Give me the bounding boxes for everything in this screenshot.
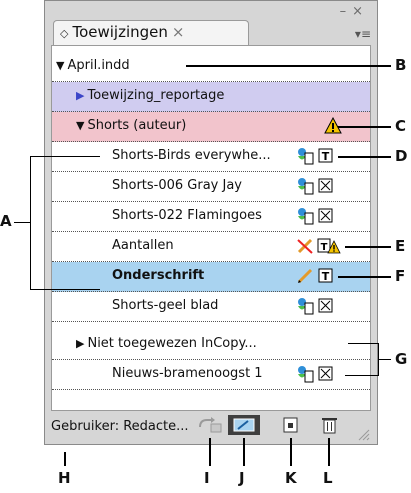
callout-label-l: L <box>323 469 333 487</box>
content-row-onderschrift[interactable]: Onderschrift T <box>52 262 370 292</box>
callout-line-d <box>338 156 391 158</box>
panel-menu-button[interactable]: ▾≡ <box>355 27 371 41</box>
content-row-flamingoes[interactable]: Shorts-022 Flamingoes <box>52 202 370 232</box>
assignment-list: ▼ April.indd ▶ Toewijzing_reportage ▼ Short… <box>51 45 371 411</box>
content-row-nieuws-bramenoogst[interactable]: Nieuws-bramenoogst 1 <box>52 360 370 390</box>
callout-label-i: I <box>204 469 210 487</box>
document-name: April.indd <box>67 58 130 73</box>
assignment-name: Toewijzing_reportage <box>87 88 225 103</box>
expand-triangle-icon[interactable]: ▼ <box>76 112 84 140</box>
content-name: Aantallen <box>112 238 174 253</box>
callout-bracket-a-side <box>30 156 31 290</box>
window-controls[interactable]: –× <box>340 4 369 19</box>
group-name: Niet toegewezen InCopy... <box>87 336 257 351</box>
content-name: Nieuws-bramenoogst 1 <box>112 366 263 381</box>
new-assignment-icon[interactable] <box>280 415 302 435</box>
crossed-pencil-icon <box>297 238 313 254</box>
collapsed-triangle-icon[interactable]: ▶ <box>76 330 84 358</box>
user-in-use-icon <box>298 148 314 165</box>
callout-label-h: H <box>58 469 71 487</box>
svg-text:T: T <box>321 242 328 253</box>
callout-label-e: E <box>395 237 406 255</box>
document-row-april-indd[interactable]: ▼ April.indd <box>52 52 370 82</box>
callout-label-f: F <box>395 267 406 285</box>
assignment-row-shorts-auteur[interactable]: ▼ Shorts (auteur) <box>52 112 370 142</box>
content-name: Shorts-006 Gray Jay <box>112 178 242 193</box>
graphic-frame-icon <box>318 178 333 193</box>
callout-line-h <box>64 452 66 466</box>
callout-line-f <box>338 276 391 278</box>
user-in-use-icon <box>298 298 314 315</box>
graphic-frame-icon <box>318 208 333 223</box>
pencil-icon <box>297 268 313 284</box>
assignment-row-toewijzing-reportage[interactable]: ▶ Toewijzing_reportage <box>52 82 370 112</box>
content-name: Shorts-geel blad <box>112 298 219 313</box>
content-row-shorts-birds[interactable]: Shorts-Birds everywhe... T <box>52 142 370 172</box>
text-frame-icon: T <box>318 268 333 283</box>
expand-triangle-icon[interactable]: ▼ <box>56 52 64 80</box>
graphic-frame-icon <box>318 366 333 381</box>
callout-bracket-g-top <box>348 343 378 344</box>
content-row-gray-jay[interactable]: Shorts-006 Gray Jay <box>52 172 370 202</box>
callout-bracket-a-bottom <box>30 289 100 290</box>
callout-line-b <box>186 65 391 67</box>
callout-line-l <box>328 438 330 466</box>
callout-label-b: B <box>395 56 407 74</box>
callout-line-j <box>243 438 245 466</box>
callout-label-j: J <box>239 469 245 487</box>
resize-grip-icon[interactable] <box>357 429 371 441</box>
text-frame-warning-icon: T <box>317 238 341 254</box>
tab-close-icon[interactable]: × <box>172 23 185 41</box>
content-row-aantallen[interactable]: Aantallen T <box>52 232 370 262</box>
callout-line-i <box>209 438 211 466</box>
update-content-icon[interactable] <box>197 415 223 435</box>
callout-label-d: D <box>395 147 408 165</box>
collapsed-triangle-icon[interactable]: ▶ <box>76 82 84 110</box>
user-in-use-icon <box>298 208 314 225</box>
callout-bracket-g-bottom <box>345 375 379 376</box>
tab-title: Toewijzingen <box>72 23 168 41</box>
content-name: Shorts-022 Flamingoes <box>112 208 262 223</box>
callout-bracket-g-stem <box>378 359 391 360</box>
user-status-label: Gebruiker: Redacte... <box>51 419 189 434</box>
callout-line-e <box>345 246 391 248</box>
tab-assignments[interactable]: ◇ Toewijzingen × <box>53 20 249 45</box>
assignment-name: Shorts (auteur) <box>87 118 187 133</box>
callout-label-k: K <box>285 469 297 487</box>
user-in-use-icon <box>298 366 314 383</box>
callout-line-c <box>338 126 391 128</box>
tab-diamond-icon: ◇ <box>60 27 69 40</box>
callout-bracket-a-stem <box>14 222 30 223</box>
callout-line-k <box>290 438 292 466</box>
update-all-assignments-button[interactable] <box>228 415 260 435</box>
svg-text:T: T <box>322 150 330 163</box>
content-row-shorts-geel-blad[interactable]: Shorts-geel blad <box>52 292 370 322</box>
callout-label-a: A <box>0 212 12 230</box>
callout-label-c: C <box>395 117 407 135</box>
unassigned-incopy-row[interactable]: ▶ Niet toegewezen InCopy... <box>52 330 370 360</box>
content-name: Onderschrift <box>112 268 205 283</box>
svg-text:T: T <box>322 270 330 283</box>
trash-icon[interactable] <box>319 415 341 435</box>
graphic-frame-icon <box>318 298 333 313</box>
callout-bracket-a-top <box>30 156 100 157</box>
text-frame-icon: T <box>318 148 333 163</box>
callout-label-g: G <box>395 350 408 368</box>
user-in-use-icon <box>298 178 314 195</box>
